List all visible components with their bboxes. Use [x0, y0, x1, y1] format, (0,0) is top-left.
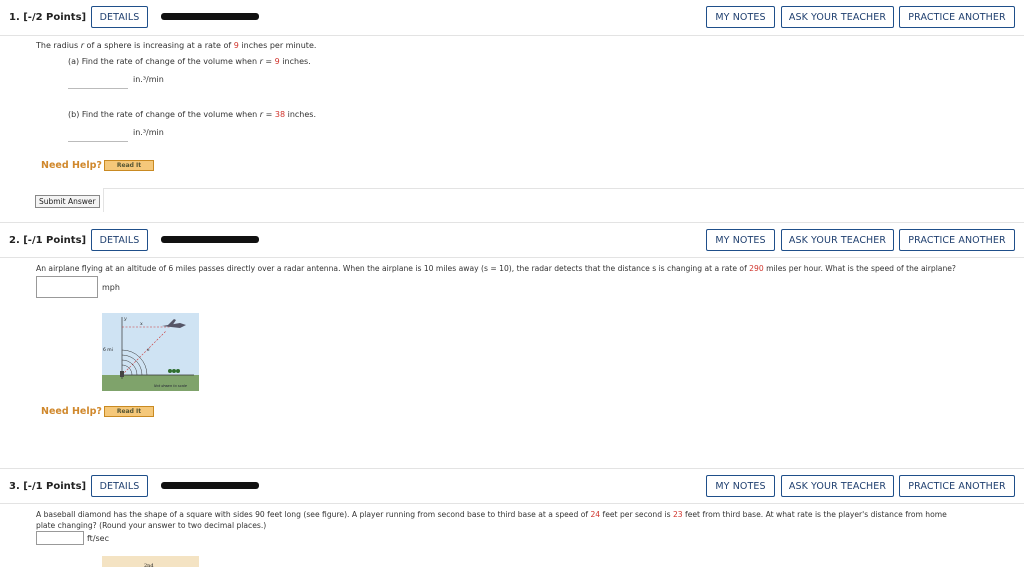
q1-divider: [0, 35, 1024, 36]
q1-redacted-title: [161, 13, 259, 20]
fig-note: Not drawn to scale: [154, 384, 187, 388]
q1-part-b-post: inches.: [285, 110, 316, 119]
q1-answer-b-input[interactable]: [68, 141, 128, 142]
q1-need-help-label: Need Help?: [41, 160, 102, 171]
q3-prompt-line2: plate changing? (Round your answer to tw…: [36, 521, 267, 530]
q2-prompt-post: miles per hour. What is the speed of the…: [763, 264, 956, 273]
q1-my-notes-button[interactable]: MY NOTES: [706, 6, 775, 28]
q2-redacted-title: [161, 236, 259, 243]
q1-part-b-pre: (b) Find the rate of change of the volum…: [68, 110, 260, 119]
q3-prompt-line1: A baseball diamond has the shape of a sq…: [36, 510, 947, 519]
q1-part-b-val: 38: [274, 110, 286, 119]
q1-unit-b: in.³/min: [133, 128, 164, 137]
q2-prompt-rate: 290: [749, 264, 764, 273]
q3-divider: [0, 503, 1024, 504]
q2-divider: [0, 257, 1024, 258]
q2-details-button[interactable]: DETAILS: [91, 229, 148, 251]
q3-practice-another-button[interactable]: PRACTICE ANOTHER: [899, 475, 1015, 497]
q1-part-a: (a) Find the rate of change of the volum…: [68, 57, 311, 66]
q2-need-help-label: Need Help?: [41, 406, 102, 417]
q1-part-a-pre: (a) Find the rate of change of the volum…: [68, 57, 260, 66]
q3-prompt-speed: 24: [590, 510, 601, 519]
q3-baseball-figure: 2nd: [102, 556, 199, 567]
q2-my-notes-button[interactable]: MY NOTES: [706, 229, 775, 251]
q3-prompt-dist: 23: [672, 510, 683, 519]
q2-practice-another-button[interactable]: PRACTICE ANOTHER: [899, 229, 1015, 251]
q3-top-divider: [0, 468, 1024, 469]
q1-part-a-post: inches.: [279, 57, 311, 66]
q3-prompt-post: feet from third base. At what rate is th…: [682, 510, 947, 519]
q2-number: 2. [-/1 Points]: [9, 235, 87, 246]
q1-details-button[interactable]: DETAILS: [91, 6, 148, 28]
q3-my-notes-button[interactable]: MY NOTES: [706, 475, 775, 497]
q3-prompt-mid: feet per second is: [600, 510, 673, 519]
q1-read-it-button[interactable]: Read It: [104, 160, 154, 171]
q3-baseball-diagram: 2nd: [144, 563, 154, 567]
q1-prompt-pre: The radius: [36, 41, 81, 50]
q3-number: 3. [-/1 Points]: [9, 481, 87, 492]
q2-radar-diagram: 6 mi x s y Not drawn to scale: [102, 317, 199, 391]
q1-prompt-post: inches per minute.: [238, 41, 317, 50]
q3-ask-teacher-button[interactable]: ASK YOUR TEACHER: [781, 475, 894, 497]
q1-submit-area-border: [103, 188, 104, 212]
q1-part-a-eq: =: [262, 57, 275, 66]
q1-part-b: (b) Find the rate of change of the volum…: [68, 110, 316, 119]
q2-answer-input[interactable]: [36, 276, 98, 298]
q2-radar-figure: 6 mi x s y Not drawn to scale: [102, 313, 199, 391]
q2-prompt-pre: An airplane flying at an altitude of 6 m…: [36, 264, 750, 273]
radar-antenna-icon: [120, 371, 124, 377]
ground: [102, 375, 199, 391]
q1-prompt: The radius r of a sphere is increasing a…: [36, 41, 316, 50]
q3-details-button[interactable]: DETAILS: [91, 475, 148, 497]
q2-prompt: An airplane flying at an altitude of 6 m…: [36, 264, 956, 273]
q1-prompt-mid: of a sphere is increasing at a rate of: [84, 41, 234, 50]
tree-icon: [172, 369, 176, 373]
q2-top-divider: [0, 222, 1024, 223]
q2-ask-teacher-button[interactable]: ASK YOUR TEACHER: [781, 229, 894, 251]
q2-unit: mph: [102, 283, 120, 292]
fig-s-label: s: [147, 347, 150, 353]
q1-answer-a-input[interactable]: [68, 88, 128, 89]
fig-y-label: y: [123, 317, 127, 322]
q1-ask-teacher-button[interactable]: ASK YOUR TEACHER: [781, 6, 894, 28]
fig-height-label: 6 mi: [103, 347, 113, 353]
q1-part-b-eq: =: [263, 110, 275, 119]
q1-submit-button[interactable]: Submit Answer: [35, 195, 100, 208]
q3-redacted-title: [161, 482, 259, 489]
q1-submit-area-border-top: [103, 188, 1024, 189]
fig-x-label: x: [140, 321, 143, 327]
q2-read-it-button[interactable]: Read It: [104, 406, 154, 417]
q3-unit: ft/sec: [87, 534, 109, 543]
tree-icon: [176, 369, 180, 373]
q1-number: 1. [-/2 Points]: [9, 12, 87, 23]
tree-icon: [168, 369, 172, 373]
fig-second-base-label: 2nd: [144, 563, 154, 567]
q3-answer-input[interactable]: [36, 531, 84, 545]
q1-unit-a: in.³/min: [133, 75, 164, 84]
distance-line: [121, 330, 167, 376]
q3-prompt-pre: A baseball diamond has the shape of a sq…: [36, 510, 591, 519]
q1-practice-another-button[interactable]: PRACTICE ANOTHER: [899, 6, 1015, 28]
